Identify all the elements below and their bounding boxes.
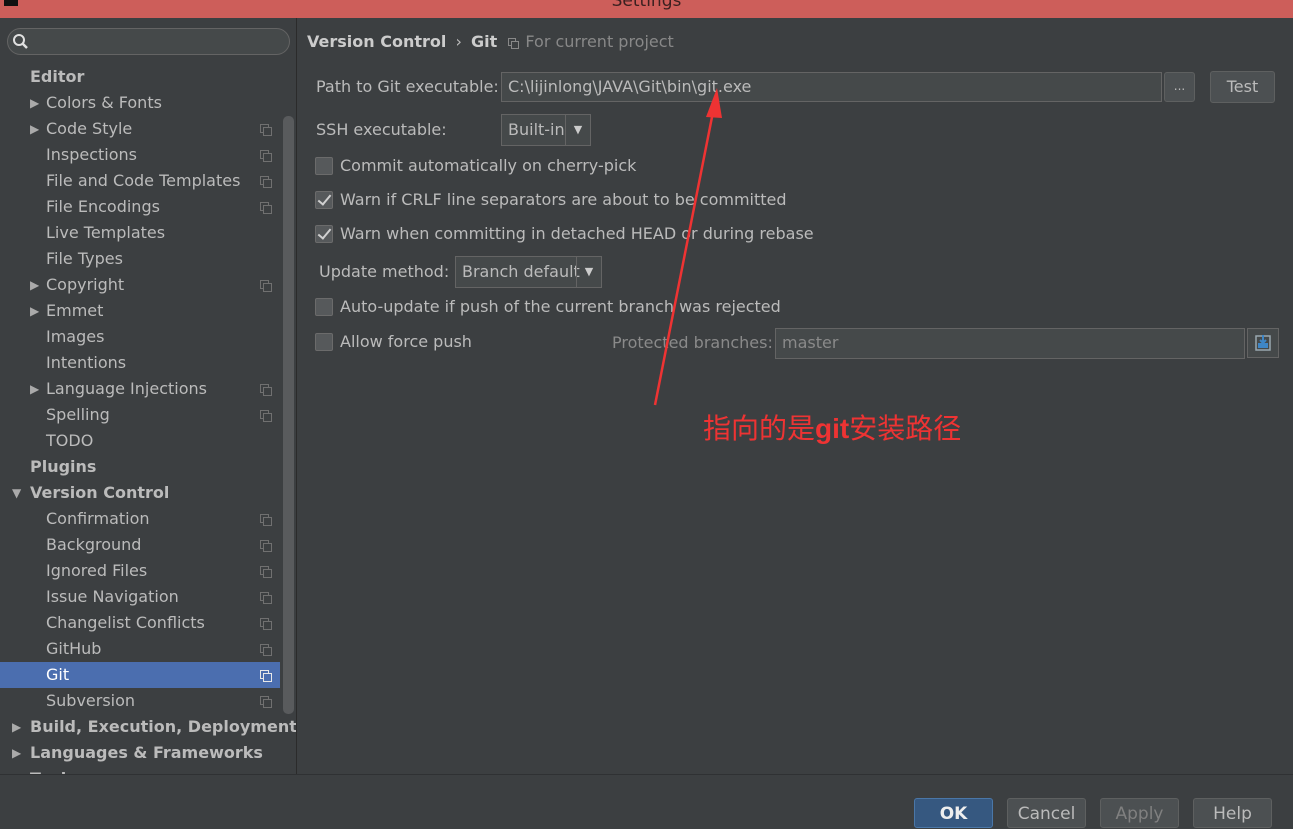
annotation-text-after: 安装路径 bbox=[849, 412, 962, 445]
annotation-text-before: 指向的是 bbox=[703, 412, 816, 445]
ok-button[interactable]: OK bbox=[914, 798, 993, 828]
help-button[interactable]: Help bbox=[1193, 798, 1272, 828]
apply-button[interactable]: Apply bbox=[1100, 798, 1179, 828]
annotation-arrow bbox=[653, 88, 722, 406]
dialog-footer: OK Cancel Apply Help bbox=[0, 774, 1293, 828]
annotation-text: 指向的是git安装路径 bbox=[703, 407, 961, 447]
annotation-text-bold: git bbox=[815, 413, 850, 444]
cancel-button[interactable]: Cancel bbox=[1007, 798, 1086, 828]
